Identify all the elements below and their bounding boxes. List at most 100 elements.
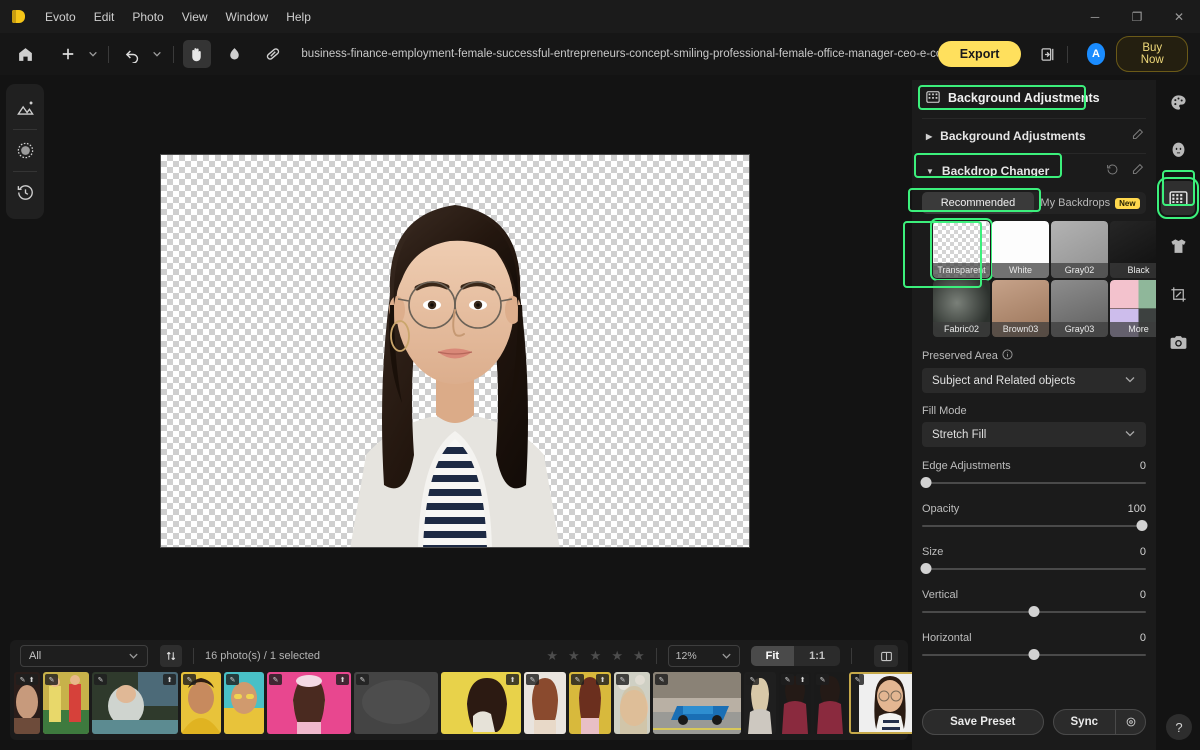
edit-icon[interactable]: ✎: [356, 674, 369, 685]
slider-track[interactable]: [922, 605, 1146, 619]
list-item[interactable]: ✎: [43, 672, 89, 734]
split-view-icon[interactable]: [874, 645, 898, 667]
tab-my-backdrops[interactable]: My Backdrops New: [1034, 192, 1146, 214]
edit-icon[interactable]: ✎: [94, 674, 107, 685]
backdrop-brown03[interactable]: Brown03: [992, 280, 1049, 337]
list-item[interactable]: ✎: [524, 672, 566, 734]
face-icon[interactable]: [1161, 133, 1195, 167]
list-item[interactable]: ✎: [181, 672, 221, 734]
list-item[interactable]: ✎: [653, 672, 741, 734]
dodge-burn-icon[interactable]: [221, 40, 249, 68]
chevron-right-icon[interactable]: ▶: [926, 132, 932, 141]
share-export-icon[interactable]: [1037, 42, 1059, 66]
upload-icon[interactable]: ⬆: [336, 674, 349, 685]
list-item[interactable]: ✎ ⬆: [569, 672, 611, 734]
preserved-area-select[interactable]: Subject and Related objects: [922, 368, 1146, 393]
star-icon-1[interactable]: ★: [546, 648, 558, 664]
slider-knob[interactable]: [920, 477, 932, 488]
chevron-down-icon[interactable]: ▼: [926, 167, 934, 176]
list-item[interactable]: ✎ ⬆: [92, 672, 178, 734]
menu-help[interactable]: Help: [277, 0, 320, 33]
canvas-area[interactable]: i: [48, 75, 951, 702]
backdrop-gray02[interactable]: Gray02: [1051, 221, 1108, 278]
edit-icon[interactable]: ✎: [781, 674, 794, 685]
slider-knob[interactable]: [920, 563, 932, 574]
fit-button[interactable]: Fit: [750, 646, 795, 666]
list-item[interactable]: ✎: [224, 672, 264, 734]
backdrop-fabric02[interactable]: Fabric02: [933, 280, 990, 337]
star-icon-5[interactable]: ★: [633, 648, 645, 664]
edit-icon[interactable]: ✎: [616, 674, 629, 685]
home-icon[interactable]: [12, 40, 40, 68]
list-item[interactable]: ✎: [614, 672, 650, 734]
edit-icon[interactable]: ✎: [269, 674, 282, 685]
info-icon[interactable]: [1002, 349, 1013, 363]
filter-select[interactable]: All: [20, 645, 148, 667]
filmstrip[interactable]: ✎ ⬆ ✎ ✎ ⬆ ✎ ✎ ✎ ⬆ ✎ ⬆ ✎ ✎ ⬆ ✎ ✎ ✎ ✎ ⬆ ✎ …: [14, 672, 931, 736]
history-icon[interactable]: [8, 172, 42, 213]
clothing-icon[interactable]: [1161, 229, 1195, 263]
slider-knob[interactable]: [1136, 520, 1148, 531]
slider-track[interactable]: [922, 648, 1146, 662]
photo-canvas[interactable]: [160, 154, 750, 548]
minimize-button[interactable]: ─: [1074, 0, 1116, 33]
star-icon-2[interactable]: ★: [568, 648, 580, 664]
gear-icon[interactable]: [1115, 710, 1145, 734]
upload-icon[interactable]: ⬆: [25, 674, 38, 685]
menu-evoto[interactable]: Evoto: [36, 0, 85, 33]
zoom-select[interactable]: 12%: [667, 645, 740, 667]
retouch-icon[interactable]: [8, 88, 42, 129]
edit-icon[interactable]: ✎: [571, 674, 584, 685]
save-preset-button[interactable]: Save Preset: [922, 709, 1044, 735]
undo-chevron-down-icon[interactable]: [149, 40, 166, 68]
export-button[interactable]: Export: [937, 41, 1022, 67]
upload-icon[interactable]: ⬆: [596, 674, 609, 685]
slider-track[interactable]: [922, 519, 1148, 533]
edit-icon[interactable]: [1131, 163, 1144, 179]
hand-icon[interactable]: [182, 40, 212, 68]
color-palette-icon[interactable]: [1161, 85, 1195, 119]
fill-mode-select[interactable]: Stretch Fill: [922, 422, 1146, 447]
buy-now-button[interactable]: Buy Now: [1116, 36, 1189, 72]
edit-icon[interactable]: ✎: [851, 674, 864, 685]
close-button[interactable]: ✕: [1158, 0, 1200, 33]
menu-photo[interactable]: Photo: [123, 0, 172, 33]
list-item[interactable]: ✎: [744, 672, 776, 734]
healing-brush-icon[interactable]: [259, 40, 287, 68]
backdrop-white[interactable]: White: [992, 221, 1049, 278]
backdrop-gray03[interactable]: Gray03: [1051, 280, 1108, 337]
edit-icon[interactable]: ✎: [526, 674, 539, 685]
edit-icon[interactable]: ✎: [226, 674, 239, 685]
menu-edit[interactable]: Edit: [85, 0, 124, 33]
star-icon-3[interactable]: ★: [590, 648, 602, 664]
list-item[interactable]: ✎ ⬆: [267, 672, 351, 734]
list-item[interactable]: ✎: [354, 672, 438, 734]
star-icon-4[interactable]: ★: [611, 648, 623, 664]
list-item[interactable]: ✎ ⬆: [14, 672, 40, 734]
edit-icon[interactable]: ✎: [45, 674, 58, 685]
reset-icon[interactable]: [1106, 163, 1119, 179]
sort-icon[interactable]: [160, 645, 182, 667]
crop-icon[interactable]: [1161, 277, 1195, 311]
list-item[interactable]: ✎: [814, 672, 846, 734]
backdrop-transparent[interactable]: Transparent: [930, 218, 993, 281]
menu-view[interactable]: View: [173, 0, 217, 33]
tab-recommended[interactable]: Recommended: [922, 192, 1034, 214]
section-backdrop-changer[interactable]: ▼ Backdrop Changer: [912, 156, 1156, 186]
edit-icon[interactable]: ✎: [816, 674, 829, 685]
edit-icon[interactable]: ✎: [655, 674, 668, 685]
upload-icon[interactable]: ⬆: [163, 674, 176, 685]
upload-icon[interactable]: ⬆: [796, 674, 809, 685]
slider-track[interactable]: [920, 562, 1146, 576]
upload-icon[interactable]: ⬆: [506, 674, 519, 685]
sync-button[interactable]: Sync: [1054, 710, 1116, 734]
add-photos-icon[interactable]: [53, 40, 81, 68]
list-item[interactable]: ✎ ⬆: [779, 672, 811, 734]
add-photos-chevron-down-icon[interactable]: [84, 40, 101, 68]
slider-knob[interactable]: [1028, 606, 1040, 617]
edit-icon[interactable]: [1131, 128, 1144, 144]
background-icon[interactable]: [8, 130, 42, 171]
avatar[interactable]: A: [1086, 43, 1106, 65]
menu-window[interactable]: Window: [217, 0, 278, 33]
slider-knob[interactable]: [1028, 649, 1040, 660]
